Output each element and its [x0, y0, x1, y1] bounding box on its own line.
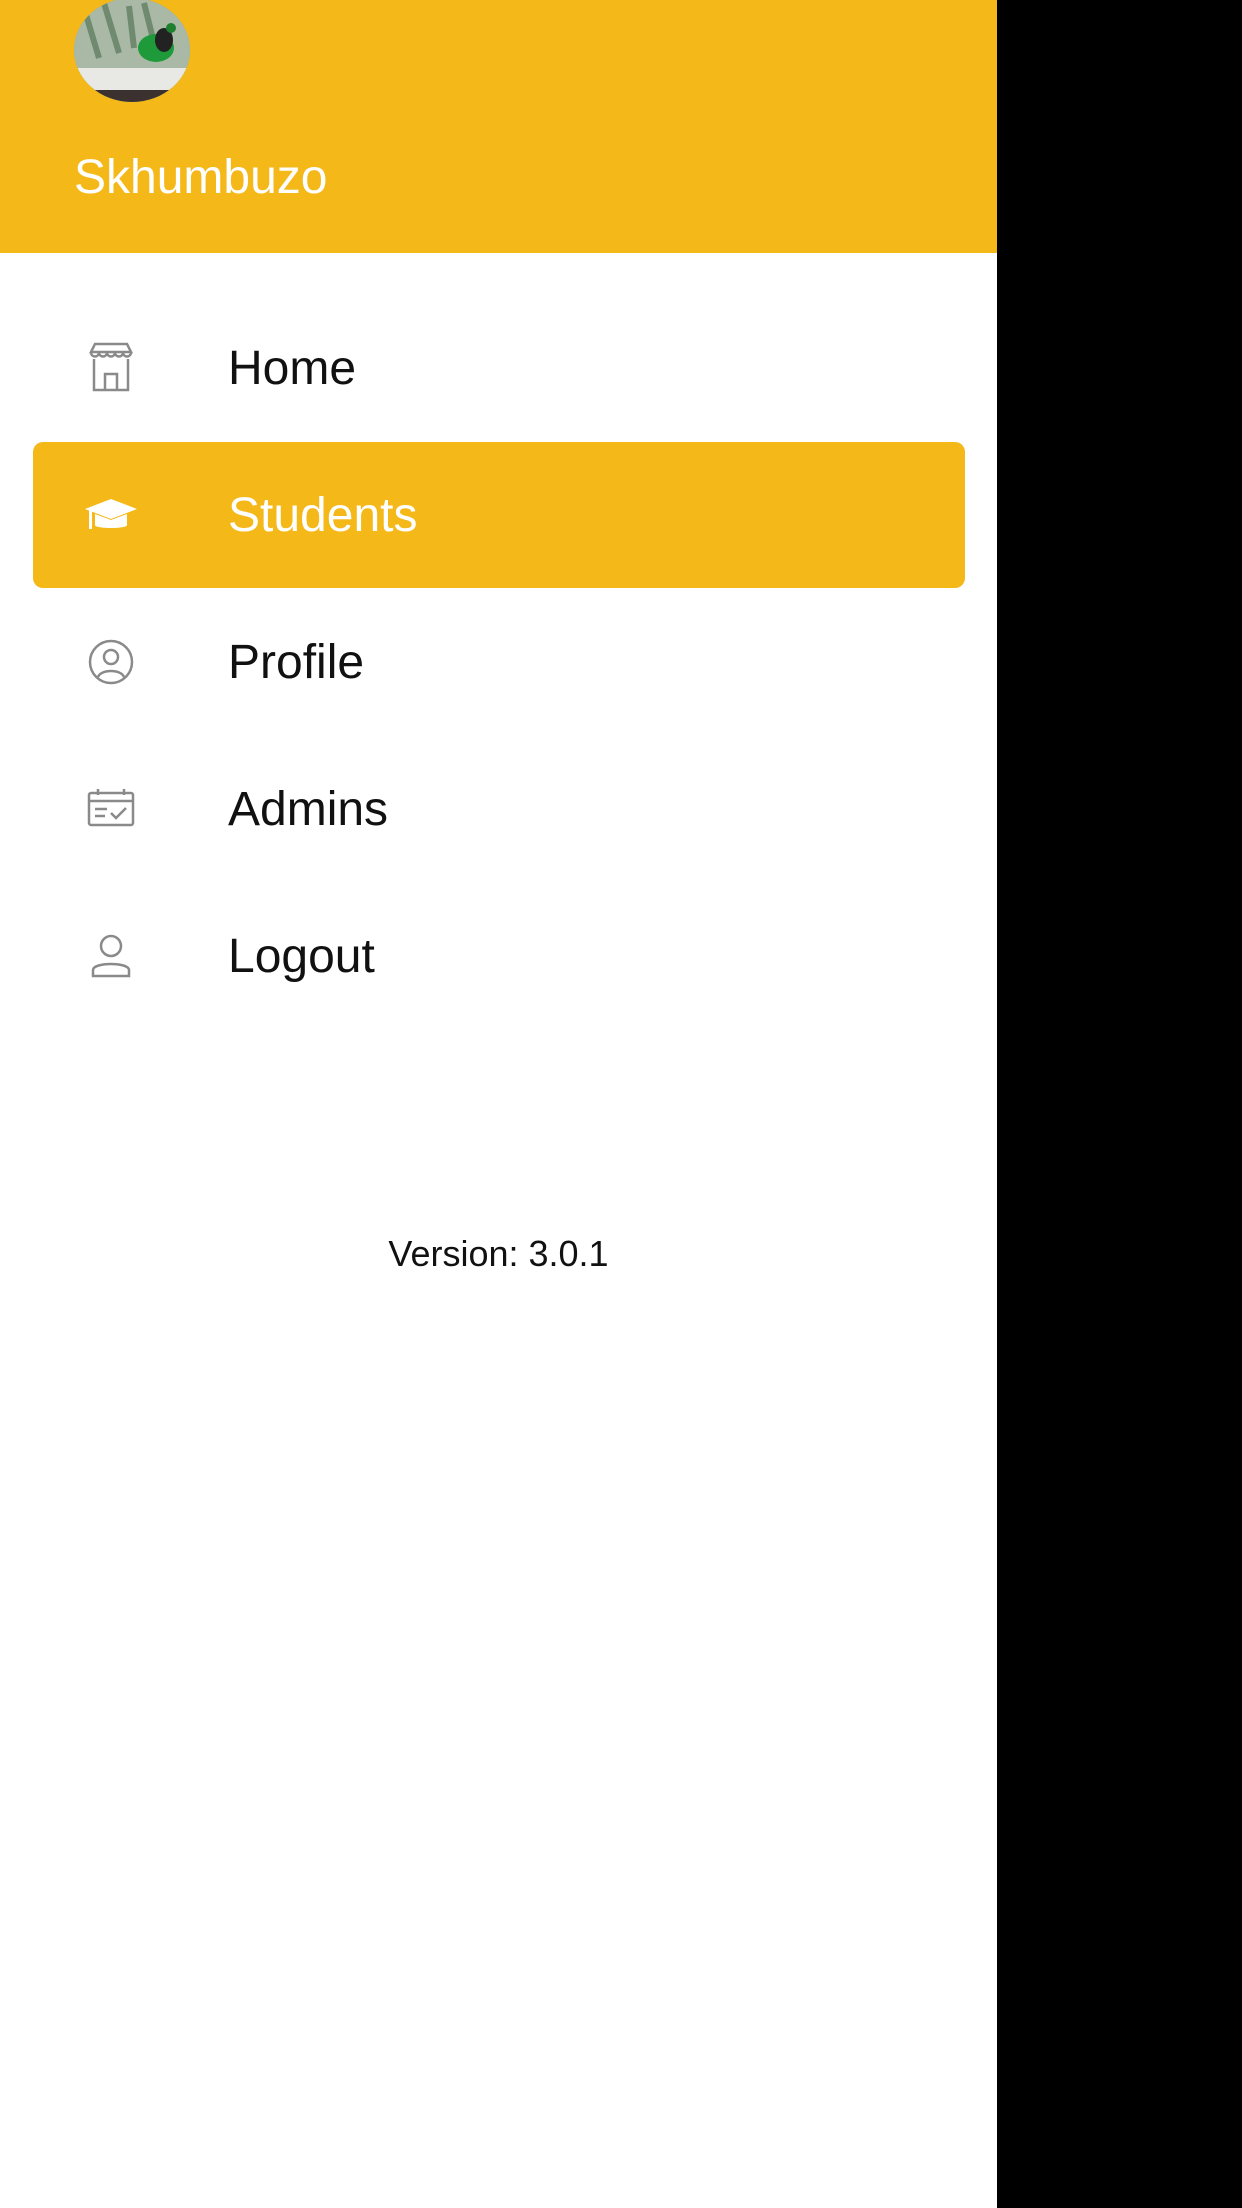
drawer-scrim[interactable] [997, 0, 1242, 2208]
menu-item-profile[interactable]: Profile [33, 589, 965, 735]
store-icon [83, 340, 139, 396]
menu-label-profile: Profile [228, 636, 365, 689]
menu-label-students: Students [228, 489, 418, 542]
menu-label-admins: Admins [228, 783, 389, 836]
version-label: Version: 3.0.1 [388, 1233, 609, 1274]
menu-label-home: Home [228, 342, 357, 395]
user-name: Skhumbuzo [74, 151, 328, 204]
user-icon [83, 928, 139, 984]
menu-item-logout[interactable]: Logout [33, 883, 965, 1029]
calendar-check-icon [83, 781, 139, 837]
menu-item-admins[interactable]: Admins [33, 736, 965, 882]
menu-item-students[interactable]: Students [33, 442, 965, 588]
drawer-header: Skhumbuzo [0, 0, 997, 253]
graduation-cap-icon [83, 487, 139, 543]
menu-label-logout: Logout [228, 930, 375, 983]
avatar-image [74, 0, 190, 102]
menu-item-home[interactable]: Home [33, 295, 965, 441]
avatar[interactable] [74, 0, 190, 102]
navigation-drawer: Skhumbuzo Home Students Profile Admins L… [0, 0, 997, 2208]
user-circle-icon [83, 634, 139, 690]
